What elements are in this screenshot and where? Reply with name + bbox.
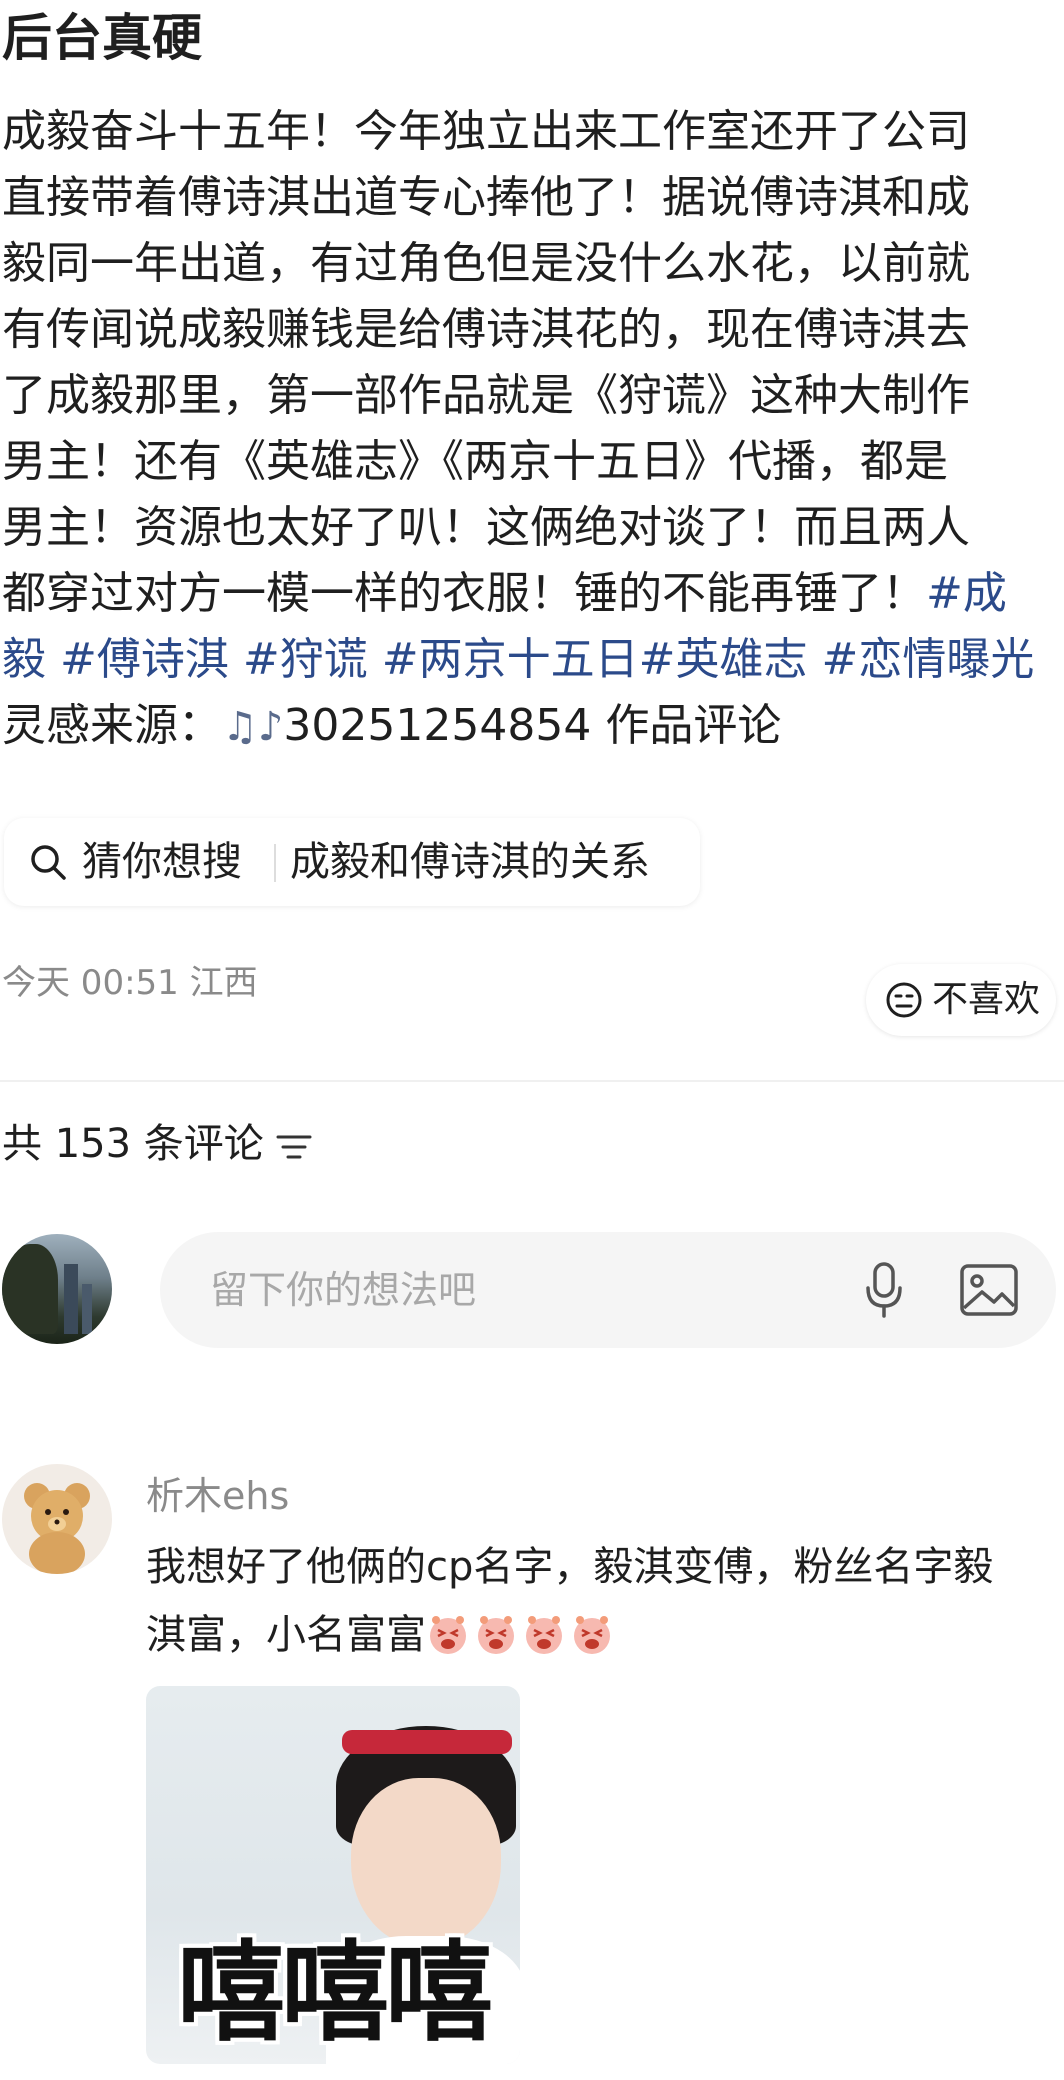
music-notes-icon: ♫♪ [222, 704, 284, 750]
post-body-line: 了成毅那里，第一部作品就是《狩谎》这种大制作 [2, 370, 970, 421]
post-body-line: 毅 #傅诗淇 #狩谎 #两京十五日#英雄志 #恋情曝光 [2, 626, 1034, 694]
hashtag-link[interactable]: #恋情曝光 [821, 634, 1034, 685]
emoji-row [426, 1602, 618, 1672]
post-body-line: 男主！还有《英雄志》《两京十五日》代播，都是 [2, 436, 948, 487]
avatar-building-shape [64, 1264, 78, 1334]
search-chip-label: 猜你想搜 [82, 839, 242, 885]
post-body-line: 直接带着傅诗淇出道专心捧他了！据说傅诗淇和成 [2, 172, 970, 223]
hashtag-link[interactable]: 毅 [2, 634, 46, 685]
comments-count: 共 153 条评论 [2, 1121, 264, 1167]
comment-input-placeholder: 留下你的想法吧 [210, 1268, 477, 1312]
comment-line-text: 淇富，小名富富 [146, 1612, 426, 1658]
post-body-line: 男主！资源也太好了叭！这俩绝对谈了！而且两人 [2, 502, 970, 553]
post-body-line: 都穿过对方一模一样的衣服！锤的不能再锤了！#成 [2, 560, 1007, 628]
hashtag-link[interactable]: #两京十五日#英雄志 [382, 634, 808, 685]
comment-line: 淇富，小名富富 [146, 1600, 618, 1672]
source-suffix: 作品评论 [605, 700, 782, 751]
current-user-avatar[interactable] [2, 1234, 112, 1344]
post-body-line: 有传闻说成毅赚钱是给傅诗淇花的，现在傅诗淇去 [2, 304, 970, 355]
image-icon[interactable] [958, 1260, 1020, 1320]
chip-divider [274, 844, 276, 882]
comment-sticker-image[interactable]: 嘻嘻嘻 [146, 1686, 520, 2064]
hashtag-link[interactable]: #狩谎 [243, 634, 368, 685]
laughing-pig-emoji-icon [574, 1616, 610, 1654]
hashtag-link[interactable]: #傅诗淇 [60, 634, 229, 685]
avatar-building-shape [82, 1284, 92, 1334]
dislike-button[interactable]: 不喜欢 [866, 964, 1056, 1036]
avatar-tree-shape [2, 1244, 58, 1334]
commenter-username[interactable]: 析木ehs [146, 1468, 289, 1524]
search-icon [31, 845, 66, 880]
laughing-pig-emoji-icon [526, 1616, 562, 1654]
post-body-line: 成毅奋斗十五年！今年独立出来工作室还开了公司 [2, 106, 970, 157]
sticker-face-shape [351, 1778, 501, 1948]
search-chip-query: 成毅和傅诗淇的关系 [290, 839, 650, 885]
microphone-icon[interactable] [860, 1260, 908, 1320]
source-line: 灵感来源：♫♪30251254854 作品评论 [2, 692, 781, 761]
laughing-pig-emoji-icon [430, 1616, 466, 1654]
post-body-line: 毅同一年出道，有过角色但是没什么水花，以前就 [2, 238, 970, 289]
frown-icon [886, 982, 922, 1018]
search-suggestion-chip[interactable]: 猜你想搜 成毅和傅诗淇的关系 [4, 818, 700, 906]
source-label: 灵感来源： [2, 700, 222, 751]
dislike-label: 不喜欢 [932, 979, 1041, 1020]
sticker-headband-shape [342, 1730, 512, 1754]
comment-line: 我想好了他俩的cp名字，毅淇变傅，粉丝名字毅 [146, 1544, 994, 1590]
source-id[interactable]: 30251254854 [283, 700, 591, 751]
post-body-text: 都穿过对方一模一样的衣服！锤的不能再锤了！ [2, 568, 926, 619]
section-divider [0, 1080, 1064, 1082]
sort-icon[interactable] [276, 1132, 312, 1162]
post-title: 后台真硬 [2, 9, 202, 67]
teddy-bear-avatar-image [24, 1483, 90, 1574]
sticker-caption: 嘻嘻嘻 [176, 1931, 493, 2056]
comment-input[interactable]: 留下你的想法吧 [160, 1232, 1056, 1348]
hashtag-link[interactable]: #成 [926, 568, 1007, 619]
laughing-pig-emoji-icon [478, 1616, 514, 1654]
post-meta: 今天 00:51 江西 [2, 963, 258, 1003]
commenter-avatar[interactable] [2, 1464, 112, 1574]
